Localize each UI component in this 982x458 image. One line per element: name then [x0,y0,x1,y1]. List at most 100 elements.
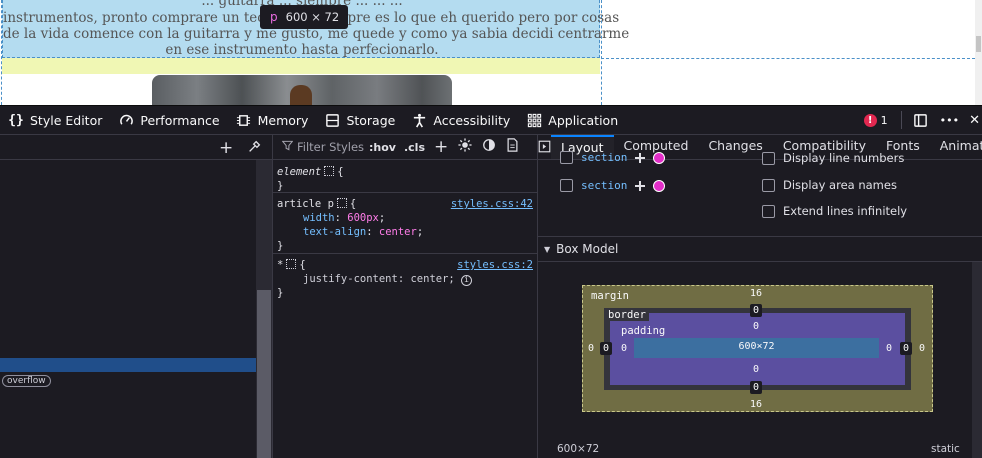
markup-scrollbar-thumb[interactable] [257,290,271,458]
margin-top-value[interactable]: 16 [746,288,766,299]
option-row[interactable]: Display area names [762,178,897,192]
border-top-value[interactable]: 0 [750,304,763,317]
page-scrollbar-thumb[interactable] [976,36,981,52]
padding-bottom-value[interactable]: 0 [746,364,766,375]
layout-panel: Layout Computed Changes Compatibility Fo… [538,135,982,458]
error-count-button[interactable]: ! 1 [856,113,896,127]
page-scrollbar[interactable] [975,0,982,105]
crosshair-icon[interactable] [635,152,646,163]
add-node-icon[interactable]: + [219,138,233,158]
grid-highlighter-icon[interactable] [336,198,347,208]
tab-label: Accessibility [433,112,511,128]
rule-open-brace: { [337,166,344,178]
braces-icon: {} [8,112,24,128]
element-rule[interactable]: element { } [273,161,537,193]
guitar-image [152,75,452,105]
declaration-value[interactable]: center [410,273,448,285]
option-checkbox[interactable] [762,204,775,218]
rule-source-link[interactable]: styles.css:2 [457,258,533,272]
grid-item-label: section [581,151,628,164]
tab-accessibility[interactable]: Accessibility [403,106,518,134]
margin-bottom-value[interactable]: 16 [746,399,766,410]
margin-highlight [2,58,600,74]
padding-right-value[interactable]: 0 [879,343,899,354]
toolbar-separator [900,111,902,129]
grid-color-swatch[interactable] [653,151,666,164]
layout-scrollbar[interactable] [972,262,982,458]
box-model-header[interactable]: ▼ Box Model [538,236,982,262]
declaration-property[interactable]: justify-content [303,273,398,285]
grid-color-swatch[interactable] [653,179,666,192]
tab-application[interactable]: Application [518,106,626,134]
crosshair-icon[interactable] [635,180,646,191]
option-checkbox[interactable] [762,151,775,165]
print-media-icon[interactable] [501,138,524,156]
toggle-sidebar-icon[interactable] [538,135,551,159]
grid-item-row[interactable]: section [560,151,666,164]
selected-node-row[interactable] [0,358,256,372]
tab-animation[interactable]: Animation [930,135,982,159]
dark-theme-icon[interactable] [477,138,501,156]
grid-item-row[interactable]: section [560,179,666,192]
border-bottom-value[interactable]: 0 [750,381,763,394]
markup-panel[interactable]: + overflow [0,135,272,458]
tab-label: Performance [140,112,220,128]
tab-storage[interactable]: Storage [316,106,403,134]
highlight-guide-horizontal [601,58,975,59]
padding-label: padding [621,325,666,337]
padding-top-value[interactable]: 0 [746,321,766,332]
border-label: border [605,309,649,321]
cls-toggle[interactable]: .cls [400,141,429,154]
padding-left-value[interactable]: 0 [614,343,634,354]
grid-checkbox[interactable] [560,179,573,192]
margin-left-value[interactable]: 0 [581,343,601,354]
chip-icon [236,112,252,128]
tab-performance[interactable]: Performance [110,106,227,134]
declaration-property[interactable]: text-align [303,226,366,238]
css-rule[interactable]: styles.css:2 *{ justify-content: center;… [273,254,537,301]
element-size: 600×72 [557,443,600,455]
grid-highlighter-icon[interactable] [324,166,335,176]
option-row[interactable]: Extend lines infinitely [762,204,907,218]
border-left-value[interactable]: 0 [600,342,613,355]
overflow-badge[interactable]: overflow [2,375,51,387]
hov-toggle[interactable]: :hov [365,141,400,154]
rule-selector: * [277,259,284,271]
error-icon: ! [863,113,877,127]
option-label: Display line numbers [783,151,905,165]
rule-selector: article p [277,198,334,210]
option-row[interactable]: Display line numbers [762,151,904,165]
content-size[interactable]: 600×72 [634,341,879,352]
error-count: 1 [880,113,888,127]
tab-memory[interactable]: Memory [228,106,317,134]
option-checkbox[interactable] [762,178,775,192]
declaration-property[interactable]: width [303,212,335,224]
rule-source-link[interactable]: styles.css:42 [451,197,533,211]
css-rule[interactable]: styles.css:42 article p{ width: 600px; t… [273,193,537,254]
rule-selector: element [277,166,322,178]
more-options-button[interactable]: ••• [935,106,964,134]
rule-open-brace: { [349,198,357,210]
dock-icon[interactable] [913,112,929,128]
gauge-icon [118,112,134,128]
border-right-value[interactable]: 0 [900,342,913,355]
eyedropper-icon[interactable] [248,140,261,157]
chevron-down-icon: ▼ [544,244,551,254]
close-button[interactable]: ✕ [964,106,982,134]
element-infobar: p 600 × 72 [260,5,349,29]
tab-label: Style Editor [30,112,103,128]
grid-highlighter-icon[interactable] [286,259,297,269]
info-icon[interactable]: i [461,274,473,286]
page-viewport[interactable]: ... guitarra ... siempre ... ... ... ins… [0,0,982,105]
margin-right-value[interactable]: 0 [912,343,932,354]
infobar-dimensions: 600 × 72 [285,10,340,24]
declaration-value[interactable]: center [379,226,417,238]
accessibility-icon [411,112,427,128]
light-theme-icon[interactable] [453,138,477,156]
add-rule-icon[interactable]: + [429,137,453,157]
filter-styles-input[interactable]: Filter Styles [273,140,365,154]
grid-checkbox[interactable] [560,151,573,164]
tab-style-editor[interactable]: {} Style Editor [0,106,110,134]
declaration-value[interactable]: 600px [347,212,379,224]
rules-panel: Filter Styles :hov .cls + element { } sty… [273,135,537,458]
